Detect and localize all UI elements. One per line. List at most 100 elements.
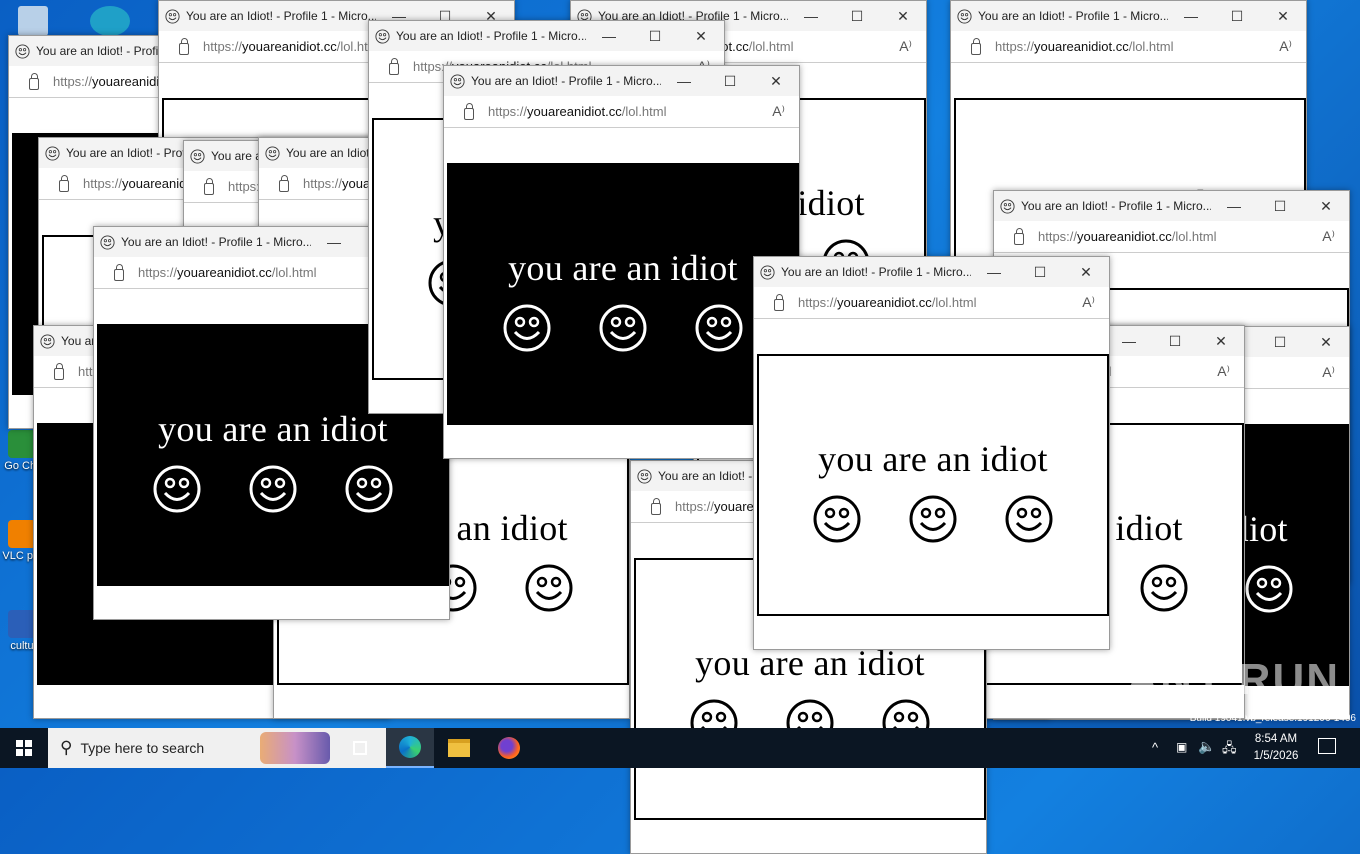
url-path: /lol.html (271, 265, 317, 280)
url-path: /lol.html (621, 104, 667, 119)
url-domain: youareanidiot.cc (1034, 39, 1129, 54)
close-button[interactable]: ✕ (1260, 8, 1306, 25)
smiley-icon (908, 494, 958, 549)
idiot-message: you are an idiot (818, 439, 1048, 479)
browser-window[interactable]: You are an Idiot! - Profile 1 - Micro...… (443, 65, 800, 459)
taskbar: ⚲ Type here to search ^ ▣ 🔈 🖧 8:54 AM 1/5… (0, 728, 1360, 768)
close-button[interactable]: ✕ (1063, 264, 1109, 281)
address-bar[interactable]: https://youareanidiot.cc/lol.html A⁾ (444, 96, 799, 128)
minimize-button[interactable]: — (586, 28, 632, 44)
meet-now-icon[interactable]: ▣ (1176, 740, 1187, 754)
address-bar[interactable]: https://youareanidiot.cc/lol.html A⁾ (951, 31, 1306, 63)
close-button[interactable]: ✕ (1303, 334, 1349, 351)
network-icon[interactable]: 🖧 (1222, 739, 1237, 761)
address-bar[interactable]: https://youareanidiot.cc/lol.html A⁾ (994, 221, 1349, 253)
smiley-favicon-icon (760, 264, 775, 280)
smiley-icon (344, 464, 394, 519)
url-scheme: https:// (995, 39, 1035, 54)
recycle-bin-icon[interactable] (18, 6, 48, 36)
url-path: /lol.html (1128, 39, 1174, 54)
close-button[interactable]: ✕ (880, 8, 926, 25)
tray-chevron-icon[interactable]: ^ (1152, 740, 1158, 755)
clock-time: 8:54 AM (1254, 733, 1298, 745)
close-button[interactable]: ✕ (678, 28, 724, 45)
url-scheme: https:// (83, 176, 123, 191)
title-bar[interactable]: You are an Idiot! - Profile 1 - Micro...… (994, 191, 1349, 221)
folder-icon (448, 739, 470, 757)
vlc-icon (8, 520, 36, 548)
url-scheme: https:// (675, 499, 715, 514)
smiley-favicon-icon (15, 43, 30, 59)
read-aloud-icon[interactable]: A⁾ (899, 38, 912, 55)
maximize-button[interactable]: ☐ (1152, 333, 1198, 350)
edge-desktop-icon[interactable] (90, 6, 130, 36)
task-view-button[interactable] (336, 728, 384, 768)
lock-icon (651, 497, 661, 515)
maximize-button[interactable]: ☐ (1257, 334, 1303, 351)
maximize-button[interactable]: ☐ (1257, 198, 1303, 215)
smiley-icon (524, 563, 574, 618)
smiley-favicon-icon (450, 73, 465, 89)
maximize-button[interactable]: ☐ (834, 8, 880, 25)
close-button[interactable]: ✕ (753, 73, 799, 90)
notification-icon[interactable] (1318, 738, 1336, 754)
minimize-button[interactable]: — (661, 73, 707, 89)
start-button[interactable] (0, 728, 48, 768)
idiot-message: you are an idiot (158, 409, 388, 449)
icon-label: cultu (10, 640, 34, 652)
smiley-icon (1004, 494, 1054, 549)
read-aloud-icon[interactable]: A⁾ (1279, 38, 1292, 55)
clock[interactable]: 8:54 AM 1/5/2026 (1244, 731, 1308, 765)
title-bar[interactable]: You are an Idiot! - Profile 1 - Micro...… (754, 257, 1109, 287)
lock-icon (464, 102, 474, 120)
minimize-button[interactable]: — (788, 8, 834, 24)
window-title: You are an Idiot! - Profile 1 - Micro... (978, 9, 1168, 23)
minimize-button[interactable]: — (1168, 8, 1214, 24)
maximize-button[interactable]: ☐ (707, 73, 753, 90)
lock-icon (1014, 227, 1024, 245)
smiley-favicon-icon (100, 234, 115, 250)
minimize-button[interactable]: — (971, 264, 1017, 280)
search-icon: ⚲ (60, 738, 73, 757)
search-highlight-image (260, 732, 330, 764)
maximize-button[interactable]: ☐ (632, 28, 678, 45)
smiley-favicon-icon (637, 468, 652, 484)
window-title: You are an Idiot! - Profile 1 - Micro... (396, 29, 586, 43)
title-bar[interactable]: You are an Idiot! - Profile 1 - Micro...… (369, 21, 724, 51)
minimize-button[interactable]: — (1106, 333, 1152, 349)
title-bar[interactable]: You are an Idiot! - Profile 1 - Micro...… (444, 66, 799, 96)
edge-icon (399, 736, 421, 758)
search-placeholder: Type here to search (80, 740, 205, 756)
smiley-icon (502, 303, 552, 358)
url-scheme: https:// (303, 176, 343, 191)
maximize-button[interactable]: ☐ (1214, 8, 1260, 25)
title-bar[interactable]: You are an Idiot! - Profile 1 - Micro...… (951, 1, 1306, 31)
lock-icon (774, 293, 784, 311)
read-aloud-icon[interactable]: A⁾ (1322, 228, 1335, 245)
read-aloud-icon[interactable]: A⁾ (1322, 364, 1335, 381)
read-aloud-icon[interactable]: A⁾ (1217, 363, 1230, 380)
smiley-icon (812, 494, 862, 549)
taskbar-firefox[interactable] (485, 728, 533, 768)
word-doc-icon (8, 610, 36, 638)
taskbar-edge[interactable] (386, 728, 434, 768)
taskbar-file-explorer[interactable] (435, 728, 483, 768)
minimize-button[interactable]: — (311, 234, 357, 250)
smiley-favicon-icon (165, 8, 180, 24)
url-path: /lol.html (931, 295, 977, 310)
browser-window[interactable]: You are an Idiot! - Profile 1 - Micro...… (753, 256, 1110, 650)
minimize-button[interactable]: — (1211, 198, 1257, 214)
smiley-favicon-icon (45, 145, 60, 161)
read-aloud-icon[interactable]: A⁾ (772, 103, 785, 120)
lock-icon (204, 177, 214, 195)
close-button[interactable]: ✕ (1198, 333, 1244, 350)
smiley-icon (694, 303, 744, 358)
maximize-button[interactable]: ☐ (1017, 264, 1063, 281)
close-button[interactable]: ✕ (1303, 198, 1349, 215)
windows-logo-icon (16, 740, 32, 756)
read-aloud-icon[interactable]: A⁾ (1082, 294, 1095, 311)
lock-icon (59, 174, 69, 192)
volume-icon[interactable]: 🔈 (1198, 738, 1215, 755)
url-scheme: https:// (488, 104, 528, 119)
address-bar[interactable]: https://youareanidiot.cc/lol.html A⁾ (754, 287, 1109, 319)
